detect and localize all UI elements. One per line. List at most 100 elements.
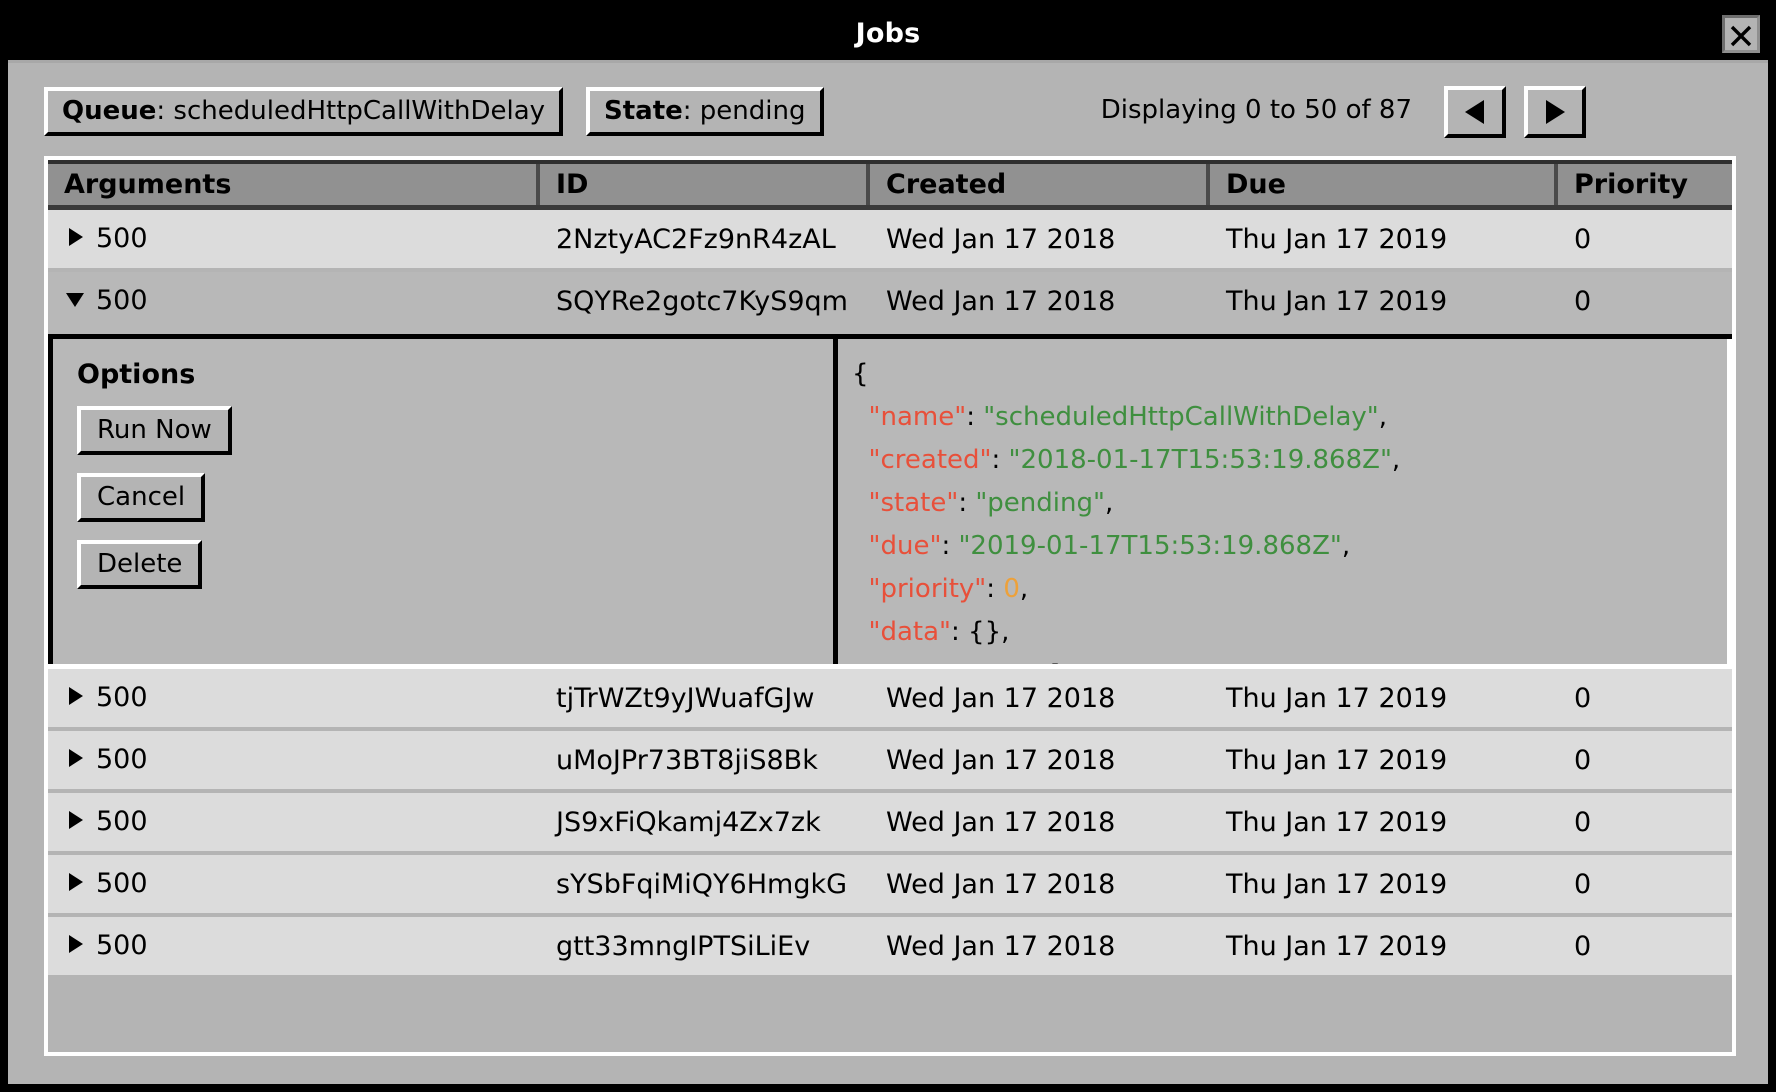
- title-bar: Jobs: [8, 8, 1768, 63]
- column-header-id[interactable]: ID: [540, 164, 870, 205]
- state-filter-separator: :: [682, 96, 700, 126]
- table-row[interactable]: 500 tjTrWZt9yJWuafGJw Wed Jan 17 2018 Thu J…: [48, 669, 1732, 731]
- state-filter-button[interactable]: State: pending: [586, 87, 824, 136]
- jobs-table-container[interactable]: Arguments ID Created Due Priority 500 2Nz…: [44, 156, 1736, 1056]
- json-token-punc: ,: [1001, 617, 1010, 647]
- cell-id: gtt33mngIPTSiLiEv: [556, 930, 811, 962]
- json-token-punc: ,: [1378, 402, 1387, 432]
- json-token-punc: [852, 660, 869, 664]
- delete-button[interactable]: Delete: [77, 540, 203, 589]
- cell-created: Wed Jan 17 2018: [886, 285, 1116, 317]
- json-line: "data": {},: [852, 611, 1727, 654]
- json-line: "name": "scheduledHttpCallWithDelay",: [852, 396, 1727, 439]
- json-token-punc: ,: [1341, 531, 1351, 561]
- cell-created: Wed Jan 17 2018: [886, 744, 1116, 776]
- json-token-key: "created": [868, 445, 992, 475]
- next-page-button[interactable]: [1524, 86, 1586, 138]
- table-row[interactable]: 500 sYSbFqiMiQY6HmgkG Wed Jan 17 2018 Thu J…: [48, 855, 1732, 917]
- triangle-right-icon[interactable]: [64, 745, 90, 776]
- column-header-due[interactable]: Due: [1210, 164, 1558, 205]
- state-filter-key: State: [604, 96, 683, 126]
- json-token-punc: [852, 402, 869, 432]
- cell-arguments-value: 500: [96, 806, 148, 837]
- cell-priority: 0: [1574, 868, 1592, 900]
- cell-due: Thu Jan 17 2019: [1226, 868, 1448, 900]
- options-title: Options: [77, 359, 196, 390]
- triangle-left-icon: [1448, 90, 1502, 134]
- table-row[interactable]: 500 SQYRe2gotc7KyS9qm Wed Jan 17 2018 Thu J…: [48, 272, 1732, 334]
- json-line: "priority": 0,: [852, 568, 1727, 611]
- json-token-punc: [852, 445, 869, 475]
- triangle-right-icon[interactable]: [64, 224, 90, 255]
- column-header-priority[interactable]: Priority: [1558, 164, 1732, 205]
- json-token-key: "data": [868, 617, 952, 647]
- json-token-punc: [852, 488, 869, 518]
- cell-due: Thu Jan 17 2019: [1226, 223, 1448, 255]
- state-filter-value: pending: [699, 96, 806, 126]
- cell-arguments: 500: [48, 223, 540, 255]
- json-token-str: "2018-01-17T15:53:19.868Z": [1008, 445, 1392, 475]
- json-token-key: "state": [868, 488, 959, 518]
- json-token-punc: ,: [1391, 445, 1401, 475]
- cell-id: tjTrWZt9yJWuafGJw: [556, 682, 815, 714]
- cancel-button[interactable]: Cancel: [77, 473, 206, 522]
- table-row[interactable]: 500 uMoJPr73BT8jiS8Bk Wed Jan 17 2018 Thu J…: [48, 731, 1732, 793]
- column-header-created[interactable]: Created: [870, 164, 1210, 205]
- cell-arguments-value: 500: [96, 868, 148, 899]
- cell-priority: 0: [1574, 744, 1592, 776]
- table-row[interactable]: 500 JS9xFiQkamj4Zx7zk Wed Jan 17 2018 Thu J…: [48, 793, 1732, 855]
- cell-created: Wed Jan 17 2018: [886, 930, 1116, 962]
- cell-priority: 0: [1574, 285, 1592, 317]
- cell-created: Wed Jan 17 2018: [886, 806, 1116, 838]
- close-button[interactable]: [1722, 15, 1760, 53]
- pagination-status: Displaying 0 to 50 of 87: [1100, 95, 1412, 125]
- triangle-right-icon[interactable]: [64, 931, 90, 962]
- options-pane: Options Run Now Cancel Delete: [48, 339, 838, 664]
- jobs-window: Jobs Queue: scheduledHttpCallWithDelay S…: [0, 0, 1776, 1092]
- run-now-button[interactable]: Run Now: [77, 406, 232, 455]
- triangle-right-icon[interactable]: [64, 807, 90, 838]
- close-icon: [1730, 25, 1752, 47]
- table-row[interactable]: 500 2NztyAC2Fz9nR4zAL Wed Jan 17 2018 Thu J…: [48, 210, 1732, 272]
- table-body: 500 2NztyAC2Fz9nR4zAL Wed Jan 17 2018 Thu J…: [48, 210, 1732, 979]
- json-token-str: "2019-01-17T15:53:19.868Z": [958, 531, 1342, 561]
- cell-due: Thu Jan 17 2019: [1226, 682, 1448, 714]
- json-token-key: "priority": [868, 574, 987, 604]
- cell-arguments: 500: [48, 285, 540, 317]
- column-header-arguments[interactable]: Arguments: [48, 164, 540, 205]
- triangle-down-icon[interactable]: [64, 286, 90, 317]
- json-token-punc: [: [1050, 660, 1060, 664]
- cell-arguments-value: 500: [96, 285, 148, 316]
- json-token-punc: :: [941, 531, 959, 561]
- json-token-punc: ,: [1019, 574, 1029, 604]
- json-token-key: "due": [868, 531, 942, 561]
- json-line: {: [852, 353, 1727, 396]
- json-line: "due": "2019-01-17T15:53:19.868Z",: [852, 525, 1727, 568]
- queue-filter-button[interactable]: Queue: scheduledHttpCallWithDelay: [44, 87, 564, 136]
- json-token-str: "pending": [975, 488, 1105, 518]
- json-token-punc: :: [991, 445, 1009, 475]
- job-json-viewer: { "name": "scheduledHttpCallWithDelay", …: [838, 339, 1732, 664]
- window-title: Jobs: [855, 18, 921, 49]
- cell-due: Thu Jan 17 2019: [1226, 930, 1448, 962]
- cell-priority: 0: [1574, 930, 1592, 962]
- previous-page-button[interactable]: [1444, 86, 1506, 138]
- table-row[interactable]: 500 gtt33mngIPTSiLiEv Wed Jan 17 2018 Thu J…: [48, 917, 1732, 979]
- cell-id: sYSbFqiMiQY6HmgkG: [556, 868, 848, 900]
- json-token-punc: {}: [968, 617, 1002, 647]
- cell-arguments-value: 500: [96, 223, 148, 254]
- json-line: "arguments": [: [852, 654, 1727, 664]
- json-token-punc: [852, 574, 869, 604]
- json-line: "state": "pending",: [852, 482, 1727, 525]
- cell-arguments: 500: [48, 744, 540, 776]
- toolbar: Queue: scheduledHttpCallWithDelay State:…: [8, 63, 1768, 156]
- queue-filter-separator: :: [156, 96, 174, 126]
- cell-arguments-value: 500: [96, 682, 148, 713]
- cell-priority: 0: [1574, 223, 1592, 255]
- cell-arguments-value: 500: [96, 744, 148, 775]
- json-token-punc: ,: [1104, 488, 1114, 518]
- cell-created: Wed Jan 17 2018: [886, 223, 1116, 255]
- json-token-punc: [852, 531, 869, 561]
- triangle-right-icon[interactable]: [64, 869, 90, 900]
- triangle-right-icon[interactable]: [64, 683, 90, 714]
